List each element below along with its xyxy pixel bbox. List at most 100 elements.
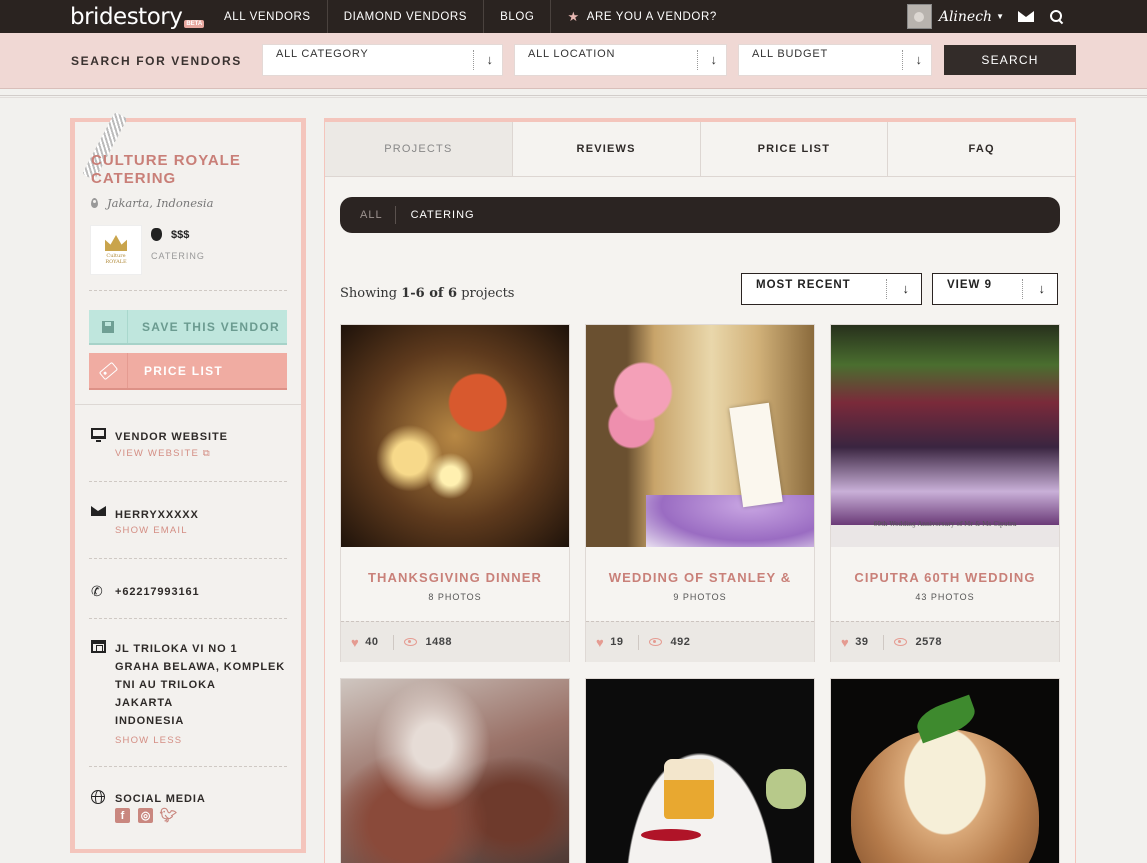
store-icon	[91, 640, 106, 653]
location-select-value: ALL LOCATION	[528, 48, 616, 60]
project-photo[interactable]	[341, 325, 569, 547]
project-stats: ♥ 40 1488	[341, 621, 569, 662]
external-link-icon: ⧉	[202, 448, 211, 459]
tab-reviews[interactable]: REVIEWS	[512, 122, 701, 176]
project-photo[interactable]: 60th Wedding Anniversary of Mr & Ms Cipu…	[831, 325, 1059, 547]
avatar[interactable]	[906, 4, 932, 29]
results-count: Showing 1-6 of 6 projects	[340, 286, 515, 301]
vendor-logo: Culture ROYALE	[90, 225, 142, 275]
username[interactable]: Alinech	[939, 9, 992, 25]
price-list-button[interactable]: PRICE LIST	[89, 353, 287, 390]
show-less-link[interactable]: SHOW LESS	[115, 735, 182, 746]
tab-projects[interactable]: PROJECTS	[325, 122, 513, 176]
views: 492	[639, 636, 705, 648]
show-email-link[interactable]: SHOW EMAIL	[115, 525, 188, 536]
view-count-select[interactable]: VIEW 9 ↓	[932, 273, 1058, 305]
project-title[interactable]: WEDDING OF STANLEY &	[586, 570, 814, 585]
project-card[interactable]: THANKSGIVING DINNER 8 PHOTOS ♥ 40 1488	[340, 324, 570, 662]
project-photo[interactable]	[341, 679, 569, 863]
tab-price-list[interactable]: PRICE LIST	[700, 122, 889, 176]
likes[interactable]: ♥ 19	[586, 634, 640, 650]
likes[interactable]: ♥ 39	[831, 634, 885, 650]
eye-icon	[404, 638, 418, 646]
top-navigation: bridestory BETA ALL VENDORS DIAMOND VEND…	[0, 0, 1147, 33]
facebook-icon[interactable]: f	[115, 808, 130, 823]
project-filter-bar: ALL CATERING	[340, 197, 1060, 233]
floppy-disk-icon	[102, 320, 114, 333]
arrow-down-icon: ↓	[915, 52, 923, 67]
budget-select-value: ALL BUDGET	[752, 48, 829, 60]
arrow-down-icon: ↓	[486, 52, 494, 67]
project-card[interactable]: WEDDING OF STANLEY & 9 PHOTOS ♥ 19 492	[585, 324, 815, 662]
sort-select[interactable]: MOST RECENT ↓	[741, 273, 922, 305]
save-vendor-button[interactable]: SAVE THIS VENDOR	[89, 310, 287, 345]
category-select[interactable]: ALL CATEGORY ↓	[262, 44, 503, 76]
price-tag-icon	[98, 361, 118, 380]
eye-icon	[894, 638, 908, 646]
photo-caption: 60th Wedding Anniversary of Mr & Ms Cipu…	[873, 521, 1017, 528]
vendor-sidebar: CULTURE ROYALE CATERING Jakarta, Indones…	[70, 112, 306, 853]
likes[interactable]: ♥ 40	[341, 634, 395, 650]
nav-diamond-vendors[interactable]: DIAMOND VENDORS	[328, 0, 485, 33]
social-media-title: SOCIAL MEDIA	[115, 793, 206, 805]
view-website-link[interactable]: VIEW WEBSITE ⧉	[115, 448, 211, 459]
location-select[interactable]: ALL LOCATION ↓	[514, 44, 727, 76]
projects-panel: PROJECTS REVIEWS PRICE LIST FAQ ALL CATE…	[324, 118, 1076, 863]
tab-faq[interactable]: FAQ	[888, 122, 1075, 176]
vendor-category: CATERING	[151, 251, 205, 261]
search-icon[interactable]	[1050, 9, 1064, 24]
views: 1488	[394, 636, 466, 648]
project-title[interactable]: THANKSGIVING DINNER	[341, 570, 569, 585]
vendor-website-title: VENDOR WEBSITE	[115, 431, 228, 443]
search-button[interactable]: SEARCH	[944, 45, 1076, 75]
project-stats: ♥ 19 492	[586, 621, 814, 662]
search-label: SEARCH FOR VENDORS	[71, 54, 242, 68]
divider	[75, 404, 301, 405]
monitor-icon	[91, 428, 106, 442]
bridestory-logo[interactable]: bridestory BETA	[70, 0, 205, 33]
project-card[interactable]: 60th Wedding Anniversary of Mr & Ms Cipu…	[830, 324, 1060, 662]
vendor-tabs: PROJECTS REVIEWS PRICE LIST FAQ	[325, 122, 1075, 177]
budget-select[interactable]: ALL BUDGET ↓	[738, 44, 932, 76]
address-line: JL TRILOKA VI NO 1	[115, 643, 238, 655]
filter-all[interactable]: ALL	[340, 206, 396, 224]
project-card[interactable]	[585, 678, 815, 863]
sort-select-value: MOST RECENT	[756, 279, 851, 291]
arrow-down-icon: ↓	[1038, 281, 1046, 296]
filter-catering[interactable]: CATERING	[396, 206, 490, 224]
project-stats: ♥ 39 2578	[831, 621, 1059, 662]
save-vendor-label: SAVE THIS VENDOR	[142, 320, 280, 334]
globe-icon	[91, 790, 105, 804]
project-photo[interactable]	[586, 679, 814, 863]
address-line: GRAHA BELAWA, KOMPLEK	[115, 661, 286, 673]
twitter-icon[interactable]: 🐦︎	[160, 807, 178, 823]
nav-links: ALL VENDORS DIAMOND VENDORS BLOG ★ ARE Y…	[208, 0, 733, 33]
project-card[interactable]	[340, 678, 570, 863]
vendor-logo-text: Culture ROYALE	[105, 253, 127, 265]
views: 2578	[884, 636, 956, 648]
project-card[interactable]	[830, 678, 1060, 863]
category-select-value: ALL CATEGORY	[276, 48, 369, 60]
logo-text[interactable]: bridestory	[70, 4, 183, 30]
address-line: INDONESIA	[115, 715, 185, 727]
instagram-icon[interactable]: ◎	[138, 808, 153, 823]
chevron-down-icon[interactable]: ▼	[996, 12, 1004, 21]
divider	[89, 481, 287, 482]
vendor-name: CULTURE ROYALE CATERING	[91, 152, 241, 187]
user-area: Alinech ▼	[906, 0, 1147, 33]
address-line: JAKARTA	[115, 697, 174, 709]
eye-icon	[649, 638, 663, 646]
project-photo[interactable]	[831, 679, 1059, 863]
nav-blog[interactable]: BLOG	[484, 0, 552, 33]
divider	[89, 290, 287, 291]
crown-icon	[105, 235, 127, 251]
project-photo[interactable]	[586, 325, 814, 547]
mail-icon[interactable]	[1018, 11, 1034, 22]
nav-are-you-a-vendor[interactable]: ★ ARE YOU A VENDOR?	[551, 0, 732, 33]
heart-icon: ♥	[841, 634, 850, 650]
nav-all-vendors[interactable]: ALL VENDORS	[208, 0, 328, 33]
map-pin-icon	[91, 198, 98, 208]
view-count-value: VIEW 9	[947, 279, 992, 291]
beta-badge: BETA	[184, 19, 205, 28]
project-title[interactable]: CIPUTRA 60TH WEDDING	[831, 570, 1059, 585]
